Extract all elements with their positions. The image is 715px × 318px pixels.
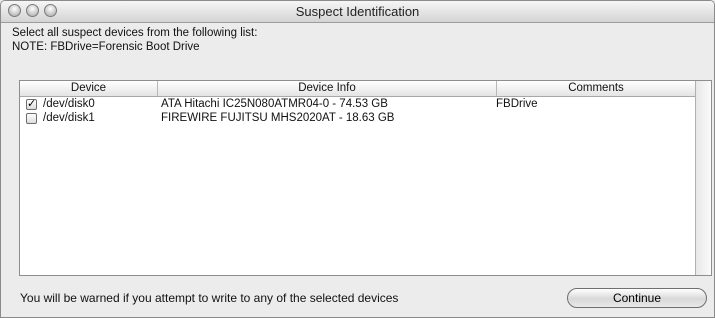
row-checkbox[interactable]: [26, 113, 37, 124]
table-header: Device Device Info Comments: [20, 81, 696, 97]
column-header-device[interactable]: Device: [20, 81, 158, 96]
instruction-line-2: NOTE: FBDrive=Forensic Boot Drive: [12, 40, 200, 53]
table-row[interactable]: /dev/disk1 FIREWIRE FUJITSU MHS2020AT - …: [20, 112, 696, 125]
window-title: Suspect Identification: [295, 4, 420, 19]
vertical-scrollbar[interactable]: [695, 81, 711, 275]
table-row[interactable]: ✓ /dev/disk0 ATA Hitachi IC25N080ATMR04-…: [20, 98, 696, 111]
device-cell: /dev/disk1: [43, 112, 95, 124]
title-bar: Suspect Identification: [1, 1, 714, 23]
continue-button[interactable]: Continue: [567, 288, 707, 308]
column-header-comments[interactable]: Comments: [497, 81, 696, 96]
write-warning-text: You will be warned if you attempt to wri…: [20, 291, 399, 305]
instructions: Select all suspect devices from the foll…: [12, 27, 257, 54]
row-checkbox[interactable]: ✓: [26, 99, 37, 110]
device-cell: /dev/disk0: [43, 98, 95, 110]
comments-cell: FBDrive: [496, 98, 538, 110]
instruction-line-1: Select all suspect devices from the foll…: [12, 27, 258, 39]
device-info-cell: FIREWIRE FUJITSU MHS2020AT - 18.63 GB: [161, 112, 395, 124]
column-header-device-info[interactable]: Device Info: [158, 81, 497, 96]
device-table: Device Device Info Comments ✓ /dev/disk0…: [19, 80, 712, 276]
suspect-identification-window: Suspect Identification Select all suspec…: [0, 0, 715, 318]
device-info-cell: ATA Hitachi IC25N080ATMR04-0 - 74.53 GB: [161, 98, 388, 110]
